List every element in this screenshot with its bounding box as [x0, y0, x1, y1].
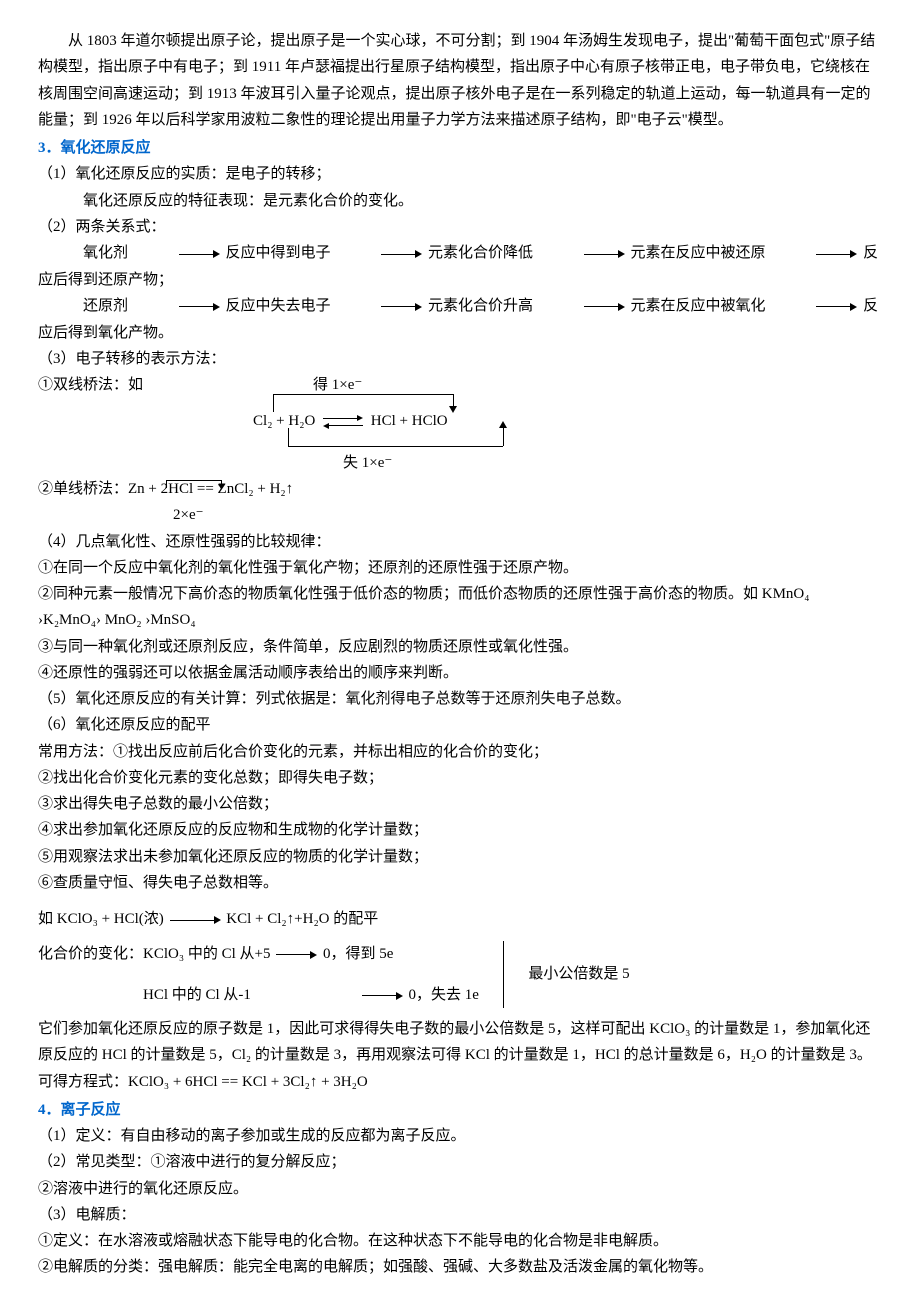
s3-m3: ③求出得失电子总数的最小公倍数； [38, 791, 882, 817]
s3-m4: ④求出参加氧化还原反应的反应物和生成物的化学计量数； [38, 817, 882, 843]
red-0: 还原剂 [83, 298, 128, 314]
ex2a: 化合价的变化：KClO₃ 中的 Cl 从+5 [38, 946, 270, 962]
arrow-icon [134, 293, 220, 319]
section-3-title: 3．氧化还原反应 [38, 135, 882, 161]
valence-change-block: 化合价的变化：KClO₃ 中的 Cl 从+5 0，得到 5e HCl 中的 Cl… [38, 941, 882, 1008]
ex2b: 0，得到 5e [323, 946, 393, 962]
s3-p2: （2）两条关系式： [38, 214, 882, 240]
s4-e2: ②电解质的分类：强电解质：能完全电离的电解质；如强酸、强碱、大多数盐及活泼金属的… [38, 1254, 882, 1280]
sgl-bridge-note: 2×e⁻ [173, 502, 882, 528]
sgl-bridge-eq: ②单线桥法：Zn + 2HCl == ZnCl₂ + H₂↑ [38, 476, 882, 502]
example-eq: 如 KClO₃ + HCl(浓) KCl + Cl₂↑+H₂O 的配平 [38, 906, 882, 933]
arrow-icon [257, 982, 403, 1008]
ex3a: HCl 中的 Cl 从-1 [143, 987, 251, 1003]
arrow-icon [539, 240, 625, 266]
double-bridge-diagram: ①双线桥法：如 得 1×e⁻ Cl₂ + H₂O HCl + HClO 失 1×… [38, 372, 882, 476]
s3-m0: 常用方法：①找出反应前后化合价变化的元素，并标出相应的化合价的变化； [38, 739, 882, 765]
s4-d2: （2）常见类型：①溶液中进行的复分解反应； [38, 1149, 882, 1175]
example-explanation: 它们参加氧化还原反应的原子数是 1，因此可求得得失电子数的最小公倍数是 5，这样… [38, 1016, 882, 1069]
dbl-bridge-label: ①双线桥法：如 [38, 372, 143, 476]
s4-d1: （1）定义：有自由移动的离子参加或生成的反应都为离子反应。 [38, 1123, 882, 1149]
arrow-icon [336, 293, 422, 319]
ex1a: 如 KClO₃ + HCl(浓) [38, 911, 164, 927]
red-3: 元素在反应中被氧化 [631, 298, 766, 314]
dbl-eq-right: HCl + HClO [371, 413, 448, 429]
ox-2: 元素化合价降低 [428, 245, 533, 261]
s3-m5: ⑤用观察法求出未参加氧化还原反应的物质的化学计量数； [38, 844, 882, 870]
lcm-note: 最小公倍数是 5 [528, 961, 629, 987]
s3-c2a: ②同种元素一般情况下高价态的物质氧化性强于低价态的物质；而低价态物质的还原性强于… [38, 581, 882, 607]
ox-1: 反应中得到电子 [226, 245, 331, 261]
dbl-eq-left: Cl₂ + H₂O [253, 413, 315, 429]
s3-p3: （3）电子转移的表示方法： [38, 346, 882, 372]
s3-p5: （5）氧化还原反应的有关计算：列式依据是：氧化剂得电子总数等于还原剂失电子总数。 [38, 686, 882, 712]
s3-p1: （1）氧化还原反应的实质：是电子的转移； [38, 161, 882, 187]
arrow-icon [276, 941, 317, 967]
s3-m2: ②找出化合价变化元素的变化总数；即得失电子数； [38, 765, 882, 791]
s3-c2b: ›K₂MnO₄› MnO₂ ›MnSO₄ [38, 607, 882, 633]
reductant-chain: 还原剂 反应中失去电子 元素化合价升高 元素在反应中被氧化 反应后得到氧化产物。 [38, 293, 882, 346]
arrow-icon [539, 293, 625, 319]
s3-c4: ④还原性的强弱还可以依据金属活动顺序表给出的顺序来判断。 [38, 660, 882, 686]
red-1: 反应中失去电子 [226, 298, 331, 314]
s4-d3: （3）电解质： [38, 1202, 882, 1228]
final-equation: 可得方程式：KClO₃ + 6HCl == KCl + 3Cl₂↑ + 3H₂O [38, 1069, 882, 1095]
ex1b: KCl + Cl₂↑+H₂O 的配平 [226, 911, 378, 927]
ox-0: 氧化剂 [83, 245, 128, 261]
arrow-icon [771, 293, 857, 319]
s3-c3: ③与同一种氧化剂或还原剂反应，条件简单，反应剧烈的物质还原性或氧化性强。 [38, 634, 882, 660]
s3-c1: ①在同一个反应中氧化剂的氧化性强于氧化产物；还原剂的还原性强于还原产物。 [38, 555, 882, 581]
arrow-icon [771, 240, 857, 266]
arrow-icon [336, 240, 422, 266]
s3-m6: ⑥查质量守恒、得失电子总数相等。 [38, 870, 882, 896]
s3-p6: （6）氧化还原反应的配平 [38, 712, 882, 738]
arrow-icon [134, 240, 220, 266]
intro-paragraph: 从 1803 年道尔顿提出原子论，提出原子是一个实心球，不可分割；到 1904 … [38, 28, 882, 133]
s4-d2b: ②溶液中进行的氧化还原反应。 [38, 1176, 882, 1202]
equilibrium-arrow-icon [323, 415, 363, 429]
section-4-title: 4．离子反应 [38, 1097, 882, 1123]
ex3b: 0，失去 1e [408, 987, 478, 1003]
s3-p1b: 氧化还原反应的特征表现：是元素化合价的变化。 [38, 188, 882, 214]
red-2: 元素化合价升高 [428, 298, 533, 314]
arrow-icon [170, 907, 221, 933]
single-bridge-diagram: ②单线桥法：Zn + 2HCl == ZnCl₂ + H₂↑ 2×e⁻ [38, 476, 882, 529]
ox-3: 元素在反应中被还原 [631, 245, 766, 261]
oxidant-chain: 氧化剂 反应中得到电子 元素化合价降低 元素在反应中被还原 反应后得到还原产物； [38, 240, 882, 293]
s3-p4: （4）几点氧化性、还原性强弱的比较规律： [38, 529, 882, 555]
loss-label: 失 1×e⁻ [343, 450, 392, 476]
s4-e1: ①定义：在水溶液或熔融状态下能导电的化合物。在这种状态下不能导电的化合物是非电解… [38, 1228, 882, 1254]
